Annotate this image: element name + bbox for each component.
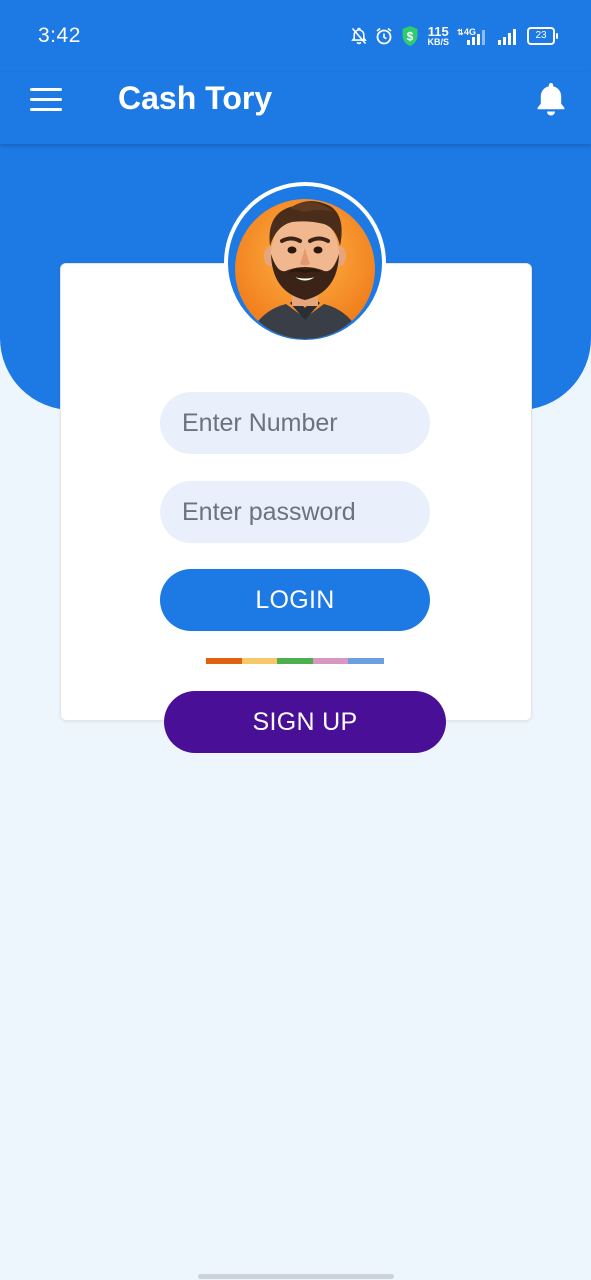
- divider-segment: [277, 658, 313, 664]
- net-speed-unit: KB/S: [427, 37, 449, 47]
- signal-icon: [497, 27, 519, 45]
- mute-bell-icon: [351, 27, 368, 45]
- status-bar: 3:42 $ 115 KB/S ⇅ 4G 23: [0, 0, 591, 72]
- battery-icon: 23: [527, 27, 558, 45]
- number-input[interactable]: [160, 392, 430, 454]
- net-speed: 115 KB/S: [427, 25, 449, 47]
- home-indicator[interactable]: [198, 1274, 394, 1279]
- divider-segment: [312, 658, 349, 664]
- login-button[interactable]: LOGIN: [160, 569, 430, 631]
- signup-button[interactable]: SIGN UP: [164, 691, 446, 753]
- status-time: 3:42: [38, 24, 81, 47]
- bell-icon[interactable]: [535, 80, 567, 120]
- color-divider: [206, 658, 384, 664]
- password-input[interactable]: [160, 481, 430, 543]
- avatar: [234, 190, 376, 340]
- status-icons: $ 115 KB/S ⇅ 4G 23: [351, 22, 558, 50]
- app-title: Cash Tory: [118, 80, 273, 116]
- hamburger-menu-icon[interactable]: [30, 88, 62, 112]
- network-type: 4G: [464, 27, 476, 37]
- shield-dollar-icon: $: [401, 25, 419, 47]
- svg-text:⇅: ⇅: [457, 28, 464, 37]
- data-arrows-icon: ⇅ 4G: [457, 26, 489, 46]
- divider-segment: [206, 658, 242, 664]
- divider-segment: [348, 658, 384, 664]
- app-bar: Cash Tory: [0, 72, 591, 144]
- divider-segment: [241, 658, 278, 664]
- svg-text:$: $: [407, 30, 414, 44]
- alarm-icon: [375, 27, 393, 45]
